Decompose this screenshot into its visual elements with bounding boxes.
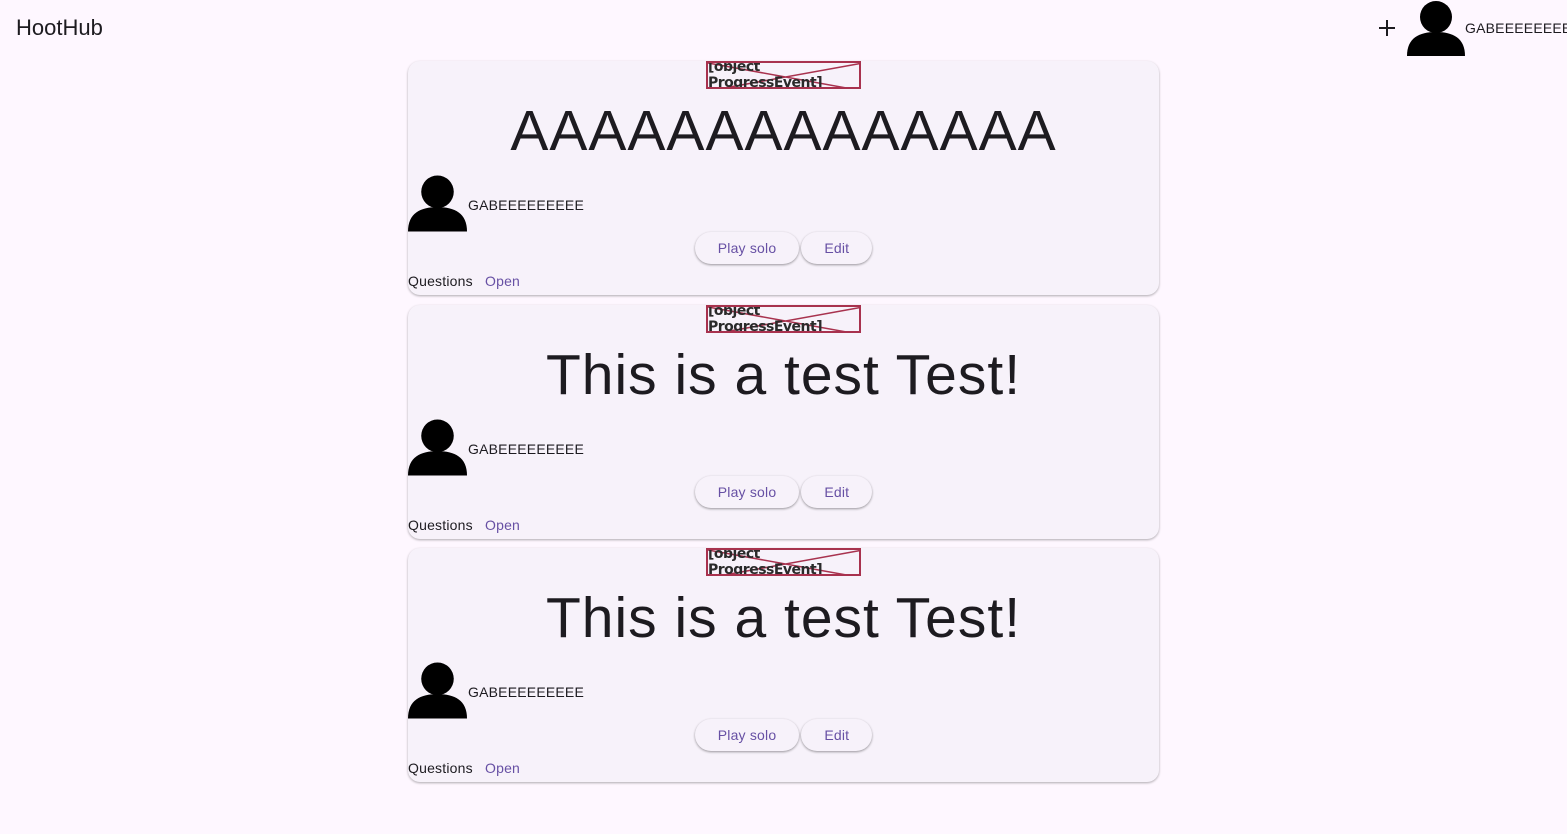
questions-label: Questions	[408, 760, 473, 776]
person-icon[interactable]	[1407, 0, 1465, 56]
author-name: GABEEEEEEEEE	[468, 684, 585, 700]
person-icon	[408, 662, 467, 719]
app-bar: HootHub GABEEEEEEEEE	[0, 0, 1567, 56]
add-button[interactable]	[1372, 13, 1402, 43]
play-solo-button[interactable]: Play solo	[694, 476, 800, 508]
open-questions-link[interactable]: Open	[485, 759, 520, 777]
quiz-card: [object ProgressEvent] This is a test Te…	[408, 548, 1159, 782]
play-solo-button[interactable]: Play solo	[694, 719, 800, 751]
broken-image-icon: [object ProgressEvent]	[706, 305, 861, 333]
play-solo-button[interactable]: Play solo	[694, 232, 800, 264]
image-alt-text: [object ProgressEvent]	[708, 305, 823, 333]
person-icon	[408, 419, 467, 476]
quiz-card: [object ProgressEvent] This is a test Te…	[408, 305, 1159, 539]
app-title: HootHub	[16, 15, 103, 40]
card-actions: Play solo Edit	[408, 719, 1159, 751]
author-name: GABEEEEEEEEE	[468, 197, 585, 213]
edit-button[interactable]: Edit	[801, 719, 873, 751]
person-icon	[408, 175, 467, 232]
current-username[interactable]: GABEEEEEEEEE	[1465, 19, 1567, 37]
quiz-title: This is a test Test!	[545, 586, 1022, 650]
image-alt-text: [object ProgressEvent]	[708, 61, 823, 89]
questions-label: Questions	[408, 517, 473, 533]
quiz-card: [object ProgressEvent] AAAAAAAAAAAAAA GA…	[408, 61, 1159, 295]
author-name: GABEEEEEEEEE	[468, 441, 585, 457]
questions-label: Questions	[408, 273, 473, 289]
edit-button[interactable]: Edit	[801, 232, 873, 264]
card-actions: Play solo Edit	[408, 476, 1159, 508]
plus-icon	[1379, 20, 1395, 36]
broken-image-icon: [object ProgressEvent]	[706, 548, 861, 576]
broken-image-icon: [object ProgressEvent]	[706, 61, 861, 89]
open-questions-link[interactable]: Open	[485, 272, 520, 290]
edit-button[interactable]: Edit	[801, 476, 873, 508]
quiz-title: AAAAAAAAAAAAAA	[510, 99, 1057, 163]
card-actions: Play solo Edit	[408, 232, 1159, 264]
image-alt-text: [object ProgressEvent]	[708, 548, 823, 576]
quiz-title: This is a test Test!	[545, 343, 1022, 407]
open-questions-link[interactable]: Open	[485, 516, 520, 534]
